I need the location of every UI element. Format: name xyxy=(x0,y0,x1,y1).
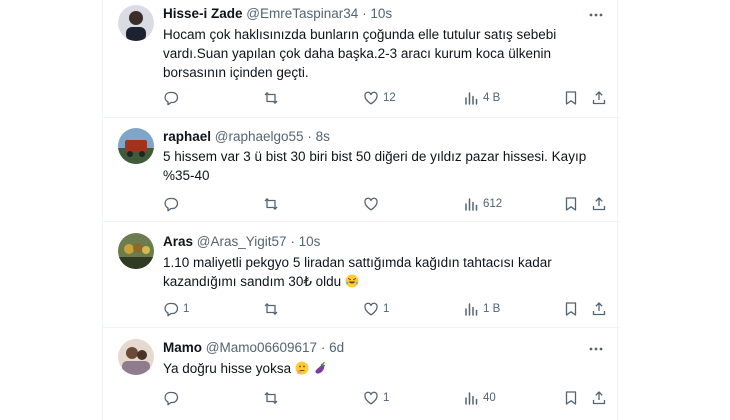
bookmark-button[interactable] xyxy=(563,299,579,319)
bookmark-button[interactable] xyxy=(563,388,579,408)
timestamp[interactable]: 6d xyxy=(329,340,344,355)
view-count: 612 xyxy=(483,198,503,210)
retweet-button[interactable] xyxy=(263,388,283,408)
retweet-icon xyxy=(264,198,278,210)
reply-feed: Hisse-i Zade @EmreTaspinar34 · 10s Hocam… xyxy=(102,0,619,420)
views-button[interactable]: 1 B xyxy=(463,299,500,319)
tweet[interactable]: Hisse-i Zade @EmreTaspinar34 · 10s Hocam… xyxy=(103,0,619,118)
thinking-emoji-icon xyxy=(295,361,309,375)
tweet-text: 1.10 maliyetli pekgyo 5 liradan sattığım… xyxy=(163,253,593,291)
eggplant-emoji-icon xyxy=(313,361,327,375)
reply-button[interactable]: 1 xyxy=(163,299,189,319)
action-bar: 12 4 B xyxy=(163,88,613,108)
avatar[interactable] xyxy=(118,5,154,41)
timestamp[interactable]: 10s xyxy=(370,6,392,21)
share-icon xyxy=(592,391,606,405)
share-icon xyxy=(592,91,606,105)
action-bar: 612 xyxy=(163,194,613,214)
view-count: 4 B xyxy=(483,92,501,104)
bookmark-icon xyxy=(565,302,577,316)
tweet-header: Aras @Aras_Yigit57 · 10s xyxy=(163,233,579,251)
separator: · xyxy=(362,6,367,21)
tweet[interactable]: Mamo @Mamo06609617 · 6d Ya doğru hisse y… xyxy=(103,328,619,420)
reply-icon xyxy=(164,197,179,212)
share-icon xyxy=(592,197,606,211)
view-count: 1 B xyxy=(483,303,501,315)
like-icon xyxy=(364,391,378,405)
tweet-text: Ya doğru hisse yoksa xyxy=(163,359,593,378)
author-handle[interactable]: @EmreTaspinar34 xyxy=(246,6,358,21)
views-icon xyxy=(465,198,478,211)
view-count: 40 xyxy=(483,392,496,404)
like-count: 12 xyxy=(383,92,396,104)
separator: · xyxy=(290,234,295,249)
like-icon xyxy=(364,91,378,105)
reply-button[interactable] xyxy=(163,388,183,408)
share-icon xyxy=(592,302,606,316)
tweet-header: raphael @raphaelgo55 · 8s xyxy=(163,128,579,146)
retweet-button[interactable] xyxy=(263,299,283,319)
author-name[interactable]: raphael xyxy=(163,129,211,144)
like-count: 1 xyxy=(383,392,390,404)
views-button[interactable]: 612 xyxy=(463,194,502,214)
reply-icon xyxy=(164,391,179,406)
retweet-icon xyxy=(264,92,278,104)
bookmark-icon xyxy=(565,197,577,211)
like-count: 1 xyxy=(383,303,390,315)
like-icon xyxy=(364,302,378,316)
reply-button[interactable] xyxy=(163,194,183,214)
like-button[interactable]: 1 xyxy=(363,299,389,319)
action-bar: 1 1 1 B xyxy=(163,299,613,319)
author-name[interactable]: Aras xyxy=(163,234,193,249)
author-name[interactable]: Mamo xyxy=(163,340,202,355)
retweet-icon xyxy=(264,303,278,315)
separator: · xyxy=(307,129,312,144)
like-button[interactable] xyxy=(363,194,383,214)
views-button[interactable]: 40 xyxy=(463,388,496,408)
like-button[interactable]: 1 xyxy=(363,388,389,408)
views-icon xyxy=(465,303,478,316)
share-button[interactable] xyxy=(591,88,607,108)
bookmark-button[interactable] xyxy=(563,194,579,214)
share-button[interactable] xyxy=(591,388,607,408)
views-icon xyxy=(465,92,478,105)
action-bar: 1 40 xyxy=(163,388,613,408)
timestamp[interactable]: 10s xyxy=(299,234,321,249)
reply-icon xyxy=(164,302,179,317)
author-handle[interactable]: @raphaelgo55 xyxy=(215,129,304,144)
author-name[interactable]: Hisse-i Zade xyxy=(163,6,243,21)
share-button[interactable] xyxy=(591,194,607,214)
share-button[interactable] xyxy=(591,299,607,319)
more-icon[interactable] xyxy=(587,6,605,24)
avatar[interactable] xyxy=(118,339,154,375)
tweet[interactable]: raphael @raphaelgo55 · 8s 5 hissem var 3… xyxy=(103,118,619,222)
views-button[interactable]: 4 B xyxy=(463,88,500,108)
tweet-text: 5 hissem var 3 ü bist 30 biri bist 50 di… xyxy=(163,149,587,183)
retweet-button[interactable] xyxy=(263,194,283,214)
bookmark-button[interactable] xyxy=(563,88,579,108)
laughing-emoji-icon xyxy=(345,274,359,288)
tweet-text-body: Ya doğru hisse yoksa xyxy=(163,361,292,376)
tweet-header: Mamo @Mamo06609617 · 6d xyxy=(163,339,579,357)
timestamp[interactable]: 8s xyxy=(316,129,330,144)
avatar[interactable] xyxy=(118,233,154,269)
author-handle[interactable]: @Mamo06609617 xyxy=(206,340,317,355)
separator: · xyxy=(320,340,326,355)
tweet[interactable]: Aras @Aras_Yigit57 · 10s 1.10 maliyetli … xyxy=(103,222,619,328)
avatar[interactable] xyxy=(118,128,154,164)
retweet-icon xyxy=(264,392,278,404)
views-icon xyxy=(465,392,478,405)
tweet-text: Hocam çok haklısınızda bunların çoğunda … xyxy=(163,27,557,80)
bookmark-icon xyxy=(565,391,577,405)
like-button[interactable]: 12 xyxy=(363,88,396,108)
reply-icon xyxy=(164,91,179,106)
retweet-button[interactable] xyxy=(263,88,283,108)
reply-button[interactable] xyxy=(163,88,183,108)
bookmark-icon xyxy=(565,91,577,105)
tweet-header: Hisse-i Zade @EmreTaspinar34 · 10s xyxy=(163,5,579,23)
author-handle[interactable]: @Aras_Yigit57 xyxy=(197,234,287,249)
more-icon[interactable] xyxy=(587,340,605,358)
like-icon xyxy=(364,197,378,211)
reply-count: 1 xyxy=(183,303,190,315)
